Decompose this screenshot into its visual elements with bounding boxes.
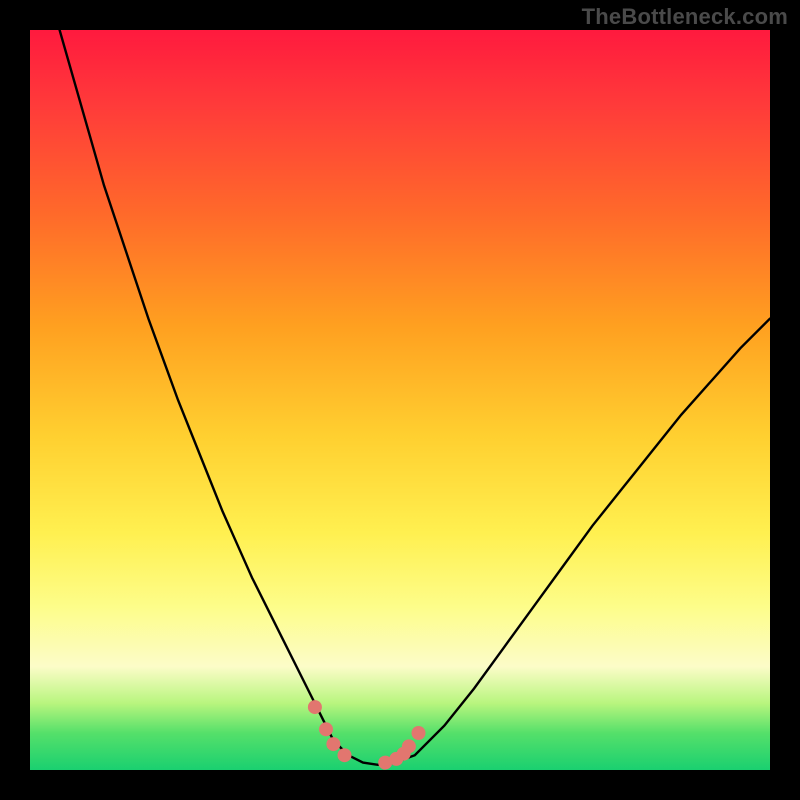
- plot-svg: [30, 30, 770, 770]
- highlight-dot: [338, 748, 352, 762]
- watermark-text: TheBottleneck.com: [582, 4, 788, 30]
- highlight-dots: [308, 700, 426, 770]
- highlight-dot: [308, 700, 322, 714]
- highlight-dot: [402, 739, 416, 753]
- highlight-dot: [412, 726, 426, 740]
- chart-frame: TheBottleneck.com: [0, 0, 800, 800]
- highlight-dot: [319, 722, 333, 736]
- plot-area: [30, 30, 770, 770]
- bottleneck-curve: [60, 30, 770, 765]
- highlight-dot: [326, 737, 340, 751]
